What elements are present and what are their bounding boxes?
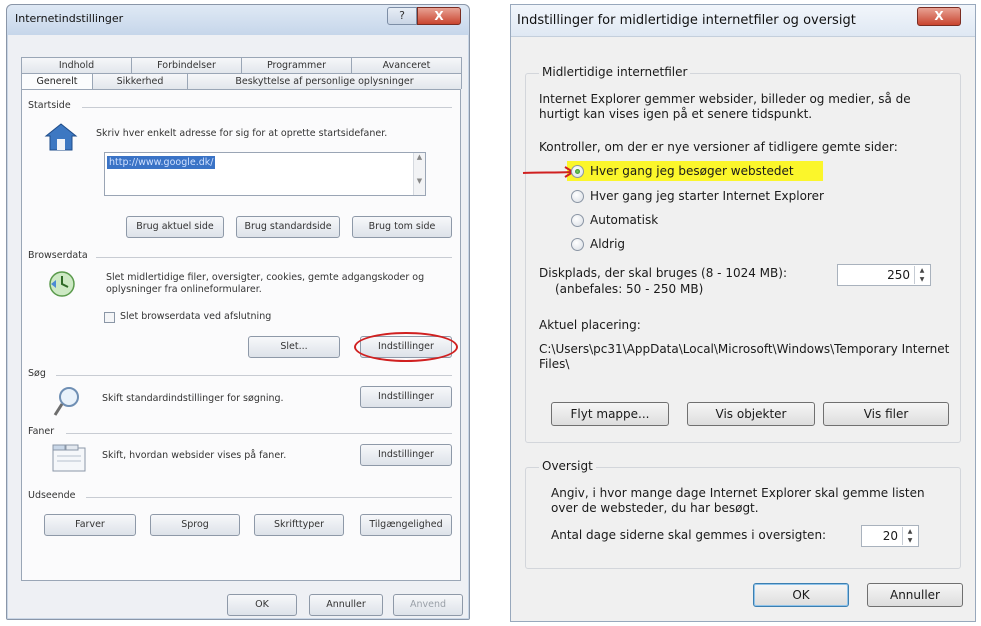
history-description: Angiv, i hvor mange dage Internet Explor… bbox=[551, 486, 925, 515]
tab-programmer[interactable]: Programmer bbox=[241, 57, 352, 73]
fonts-button[interactable]: Skrifttyper bbox=[254, 514, 344, 536]
use-blank-page-button[interactable]: Brug tom side bbox=[352, 216, 452, 238]
red-annotation-circle bbox=[354, 332, 458, 362]
tab-generelt[interactable]: Generelt bbox=[21, 73, 93, 89]
tab-avanceret[interactable]: Avanceret bbox=[351, 57, 462, 73]
apply-button[interactable]: Anvend bbox=[393, 594, 463, 616]
magnifier-icon bbox=[53, 387, 79, 416]
divider bbox=[82, 107, 452, 108]
tab-strip: Indhold Forbindelser Programmer Avancere… bbox=[21, 57, 462, 89]
languages-button[interactable]: Sprog bbox=[150, 514, 240, 536]
startside-description: Skriv hver enkelt adresse for sig for at… bbox=[96, 128, 388, 139]
tab-sikkerhed[interactable]: Sikkerhed bbox=[92, 73, 188, 89]
temp-files-settings-dialog: Indstillinger for midlertidige internetf… bbox=[510, 4, 976, 622]
tab-privacy[interactable]: Beskyttelse af personlige oplysninger bbox=[187, 73, 462, 89]
current-location-path: C:\Users\pc31\AppData\Local\Microsoft\Wi… bbox=[539, 342, 950, 371]
temp-files-description: Internet Explorer gemmer websider, bille… bbox=[539, 92, 911, 121]
spinner-arrows[interactable]: ▲ ▼ bbox=[914, 266, 929, 284]
dialog-title: Internetindstillinger bbox=[15, 12, 124, 25]
appearance-heading: Udseende bbox=[28, 490, 76, 501]
search-settings-button[interactable]: Indstillinger bbox=[360, 386, 452, 408]
title-bar: Internetindstillinger ? X bbox=[7, 5, 469, 35]
history-heading: Oversigt bbox=[539, 459, 596, 473]
home-icon bbox=[44, 123, 78, 151]
history-group bbox=[525, 467, 961, 569]
tabs-settings-button[interactable]: Indstillinger bbox=[360, 444, 452, 466]
cancel-button[interactable]: Annuller bbox=[867, 583, 963, 607]
tab-forbindelser[interactable]: Forbindelser bbox=[131, 57, 242, 73]
tabs-icon bbox=[52, 444, 86, 472]
scrollbar[interactable]: ▲ ▼ bbox=[413, 153, 425, 195]
browsing-history-icon bbox=[49, 271, 75, 297]
tabs-description: Skift, hvordan websider vises på faner. bbox=[102, 450, 287, 461]
ok-button[interactable]: OK bbox=[753, 583, 849, 607]
disk-space-label: Diskplads, der skal bruges (8 - 1024 MB)… bbox=[539, 266, 787, 280]
move-folder-button[interactable]: Flyt mappe... bbox=[551, 402, 669, 426]
delete-button[interactable]: Slet... bbox=[248, 336, 340, 358]
radio-automatic-label: Automatisk bbox=[590, 213, 659, 227]
delete-on-exit-label: Slet browserdata ved afslutning bbox=[120, 311, 272, 322]
disk-space-spinner[interactable]: 250 ▲ ▼ bbox=[837, 264, 931, 286]
help-button[interactable]: ? bbox=[387, 7, 417, 25]
tab-indhold[interactable]: Indhold bbox=[21, 57, 132, 73]
accessibility-button[interactable]: Tilgængelighed bbox=[360, 514, 452, 536]
radio-every-visit[interactable] bbox=[571, 165, 584, 178]
ok-button[interactable]: OK bbox=[227, 594, 297, 616]
delete-on-exit-checkbox[interactable] bbox=[104, 312, 115, 323]
homepage-url-text: http://www.google.dk/ bbox=[107, 156, 216, 169]
radio-never-label: Aldrig bbox=[590, 237, 626, 251]
temp-files-heading: Midlertidige internetfiler bbox=[539, 65, 691, 79]
homepage-url-field[interactable]: http://www.google.dk/ ▲ ▼ bbox=[104, 152, 426, 196]
divider bbox=[96, 257, 452, 258]
check-versions-prompt: Kontroller, om der er nye versioner af t… bbox=[539, 140, 898, 154]
browserdata-description: Slet midlertidige filer, oversigter, coo… bbox=[106, 272, 425, 295]
general-tab-panel: Startside Skriv hver enkelt adresse for … bbox=[21, 89, 461, 581]
current-location-label: Aktuel placering: bbox=[539, 318, 641, 332]
radio-automatic[interactable] bbox=[571, 214, 584, 227]
use-default-page-button[interactable]: Brug standardside bbox=[236, 216, 340, 238]
search-heading: Søg bbox=[28, 368, 46, 379]
view-objects-button[interactable]: Vis objekter bbox=[687, 402, 815, 426]
radio-every-start[interactable] bbox=[571, 190, 584, 203]
internet-options-dialog: Internetindstillinger ? X Indhold Forbin… bbox=[6, 4, 470, 620]
cancel-button[interactable]: Annuller bbox=[309, 594, 383, 616]
divider bbox=[86, 497, 452, 498]
startside-heading: Startside bbox=[28, 100, 71, 111]
divider bbox=[66, 433, 452, 434]
radio-every-start-label: Hver gang jeg starter Internet Explorer bbox=[590, 189, 824, 203]
dialog-title: Indstillinger for midlertidige internetf… bbox=[517, 13, 856, 28]
close-button[interactable]: X bbox=[917, 7, 961, 26]
spinner-arrows[interactable]: ▲ ▼ bbox=[902, 527, 917, 545]
close-button[interactable]: X bbox=[417, 7, 461, 25]
tabs-heading: Faner bbox=[28, 426, 55, 437]
history-days-value: 20 bbox=[882, 529, 898, 543]
view-files-button[interactable]: Vis filer bbox=[823, 402, 949, 426]
divider bbox=[56, 375, 452, 376]
temp-files-group bbox=[525, 73, 961, 443]
history-days-spinner[interactable]: 20 ▲ ▼ bbox=[861, 525, 919, 547]
browserdata-heading: Browserdata bbox=[28, 250, 88, 261]
colors-button[interactable]: Farver bbox=[44, 514, 136, 536]
disk-space-value: 250 bbox=[887, 268, 910, 282]
disk-space-recommended: (anbefales: 50 - 250 MB) bbox=[555, 282, 704, 296]
title-bar: Indstillinger for midlertidige internetf… bbox=[511, 5, 975, 37]
search-description: Skift standardindstillinger for søgning. bbox=[102, 393, 284, 404]
radio-never[interactable] bbox=[571, 238, 584, 251]
radio-every-visit-label: Hver gang jeg besøger webstedet bbox=[590, 164, 794, 178]
history-days-label: Antal dage siderne skal gemmes i oversig… bbox=[551, 528, 827, 542]
use-current-page-button[interactable]: Brug aktuel side bbox=[126, 216, 224, 238]
